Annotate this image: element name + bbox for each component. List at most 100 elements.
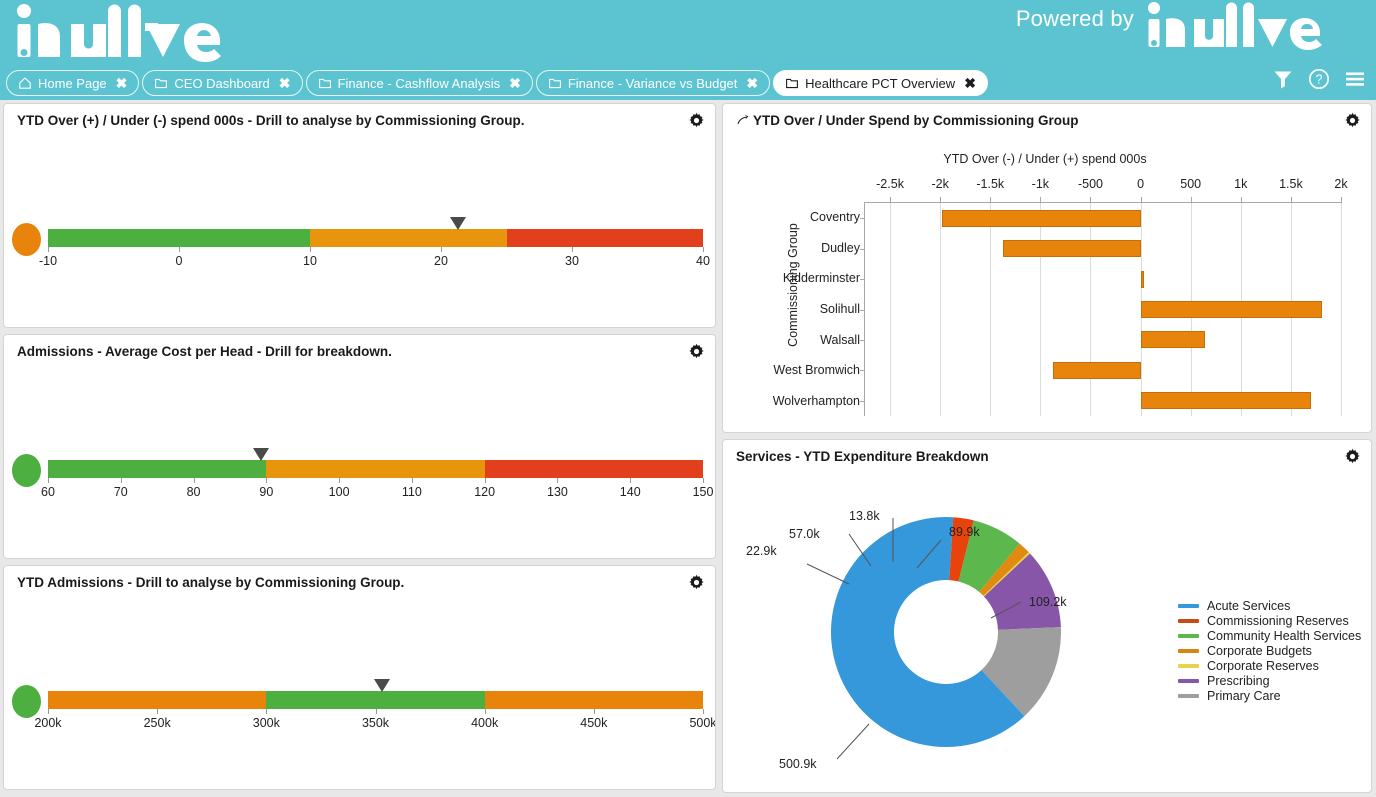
- legend-item[interactable]: Prescribing: [1178, 673, 1361, 688]
- tab-finance-variance-vs-budget[interactable]: Finance - Variance vs Budget ✖: [535, 70, 771, 96]
- legend-item[interactable]: Commissioning Reserves: [1178, 613, 1361, 628]
- gauge-axis: 200k 250k 300k 350k 400k 450k 500k: [34, 709, 715, 739]
- gauge-track: [48, 229, 703, 247]
- folder-icon: [318, 76, 332, 90]
- bar-gridline: [890, 203, 892, 416]
- gauge-tick: [484, 709, 486, 714]
- gauge-tick: [179, 247, 180, 252]
- gauge-tick: [48, 478, 49, 483]
- gauge-tick-label: 250k: [143, 716, 171, 730]
- gauge-tick-label: 20: [434, 254, 448, 268]
- panel-title-text: Admissions - Average Cost per Head - Dri…: [17, 344, 392, 359]
- bar-y-tick: [860, 339, 865, 341]
- gauge-tick-label: 80: [186, 485, 201, 499]
- gauge-tick: [411, 478, 413, 483]
- bar-rect[interactable]: [1140, 270, 1144, 288]
- tab-label: CEO Dashboard: [174, 75, 270, 91]
- bar-rect[interactable]: [942, 209, 1141, 227]
- gauge-tick-label: -10: [38, 254, 58, 268]
- folder-icon: [154, 76, 168, 90]
- panel-ytd-admissions[interactable]: YTD Admissions - Drill to analyse by Com…: [3, 565, 716, 790]
- bar-gridline: [940, 203, 942, 416]
- tab-ceo-dashboard[interactable]: CEO Dashboard ✖: [142, 70, 303, 96]
- legend-label: Commissioning Reserves: [1207, 613, 1349, 628]
- donut-svg: 500.9k 22.9k 57.0k 13.8k 89.9k 109.2k: [746, 509, 1067, 771]
- bar-category-label: West Bromwich: [773, 363, 860, 378]
- gauge-tick-label: 150: [692, 485, 714, 499]
- bar-x-tick-label: 2k: [1334, 177, 1348, 191]
- status-indicator: [12, 454, 41, 487]
- tab-label: Finance - Cashflow Analysis: [337, 75, 501, 91]
- gauge-value-marker: [253, 448, 270, 461]
- bar-x-tick: [940, 197, 942, 203]
- bar-rect[interactable]: [1140, 331, 1205, 349]
- tab-bar[interactable]: Home Page ✖ CEO Dashboard ✖ Finance - Ca…: [6, 70, 988, 96]
- panel-title: YTD Admissions - Drill to analyse by Com…: [17, 575, 404, 590]
- gauge-tick: [266, 478, 268, 483]
- panel-ytd-over-under-spend[interactable]: YTD Over (+) / Under (-) spend 000s - Dr…: [3, 103, 716, 328]
- bar-gridline: [1341, 203, 1342, 416]
- panel-services-expenditure[interactable]: Services - YTD Expenditure Breakdown 500…: [722, 439, 1372, 793]
- tab-close-icon[interactable]: ✖: [279, 76, 291, 90]
- gauge-tick: [375, 709, 377, 714]
- bar-y-tick: [860, 400, 865, 402]
- bar-x-tick-label: -1k: [1031, 177, 1050, 191]
- gauge-tick-label: 90: [259, 485, 274, 499]
- bar-x-tick: [890, 197, 892, 203]
- donut-chart: 500.9k 22.9k 57.0k 13.8k 89.9k 109.2k Acute S…: [723, 472, 1371, 792]
- legend-item[interactable]: Corporate Budgets: [1178, 643, 1361, 658]
- bar-category-label: Kidderminster: [782, 271, 860, 286]
- legend-item[interactable]: Primary Care: [1178, 688, 1361, 703]
- header-tools: ?: [1272, 68, 1366, 90]
- gauge-ytd-admissions: 200k 250k 300k 350k 400k 450k 500k: [4, 679, 715, 763]
- legend-item[interactable]: Community Health Services: [1178, 628, 1361, 643]
- bar-rect[interactable]: [1053, 361, 1141, 379]
- gauge-tick-label: 140: [619, 485, 641, 499]
- gauge-axis: -10 0 10 20 30 40: [39, 247, 710, 277]
- gauge-axis: 60 70 80 90 100 110 120 130 140 150: [41, 478, 713, 508]
- bar-rect[interactable]: [1003, 240, 1141, 258]
- help-icon[interactable]: ?: [1308, 68, 1330, 90]
- gear-icon[interactable]: [1344, 448, 1361, 465]
- panel-title-text: YTD Over (+) / Under (-) spend 000s - Dr…: [17, 113, 525, 128]
- donut-value-label: 89.9k: [949, 525, 980, 539]
- tab-close-icon[interactable]: ✖: [746, 76, 758, 90]
- panel-ytd-over-under-by-group[interactable]: YTD Over / Under Spend by Commissioning …: [722, 103, 1372, 433]
- gauge-tick-label: 450k: [580, 716, 608, 730]
- bar-gridline: [1040, 203, 1042, 416]
- tab-label: Finance - Variance vs Budget: [567, 75, 738, 91]
- legend-swatch: [1178, 633, 1199, 638]
- gear-icon[interactable]: [1344, 112, 1361, 129]
- legend-label: Corporate Reserves: [1207, 658, 1319, 673]
- tab-healthcare-pct-overview[interactable]: Healthcare PCT Overview ✖: [773, 70, 988, 96]
- filter-icon[interactable]: [1272, 68, 1294, 90]
- legend-item[interactable]: Corporate Reserves: [1178, 658, 1361, 673]
- menu-icon[interactable]: [1344, 68, 1366, 90]
- bar-x-tick: [1090, 197, 1092, 203]
- legend-item[interactable]: Acute Services: [1178, 598, 1361, 613]
- legend-swatch: [1178, 603, 1199, 608]
- tab-home-page[interactable]: Home Page ✖: [6, 70, 140, 96]
- folder-icon: [785, 76, 799, 90]
- gauge-tick-label: 120: [474, 485, 496, 499]
- bar-rect[interactable]: [1140, 392, 1311, 410]
- gauge-tick-label: 200k: [34, 716, 62, 730]
- bar-category-label: Wolverhampton: [772, 393, 860, 408]
- gauge-ytd-over-under-spend: -10 0 10 20 30 40: [4, 217, 715, 301]
- tab-close-icon[interactable]: ✖: [116, 76, 128, 90]
- tab-label: Home Page: [38, 75, 107, 91]
- gear-icon[interactable]: [688, 343, 705, 360]
- folder-icon: [548, 76, 562, 90]
- tab-close-icon[interactable]: ✖: [964, 76, 976, 90]
- gear-icon[interactable]: [688, 112, 705, 129]
- gear-icon[interactable]: [688, 574, 705, 591]
- gauge-tick-label: 500k: [689, 716, 716, 730]
- gauge-value-marker: [374, 679, 391, 692]
- bar-category-label: Solihull: [819, 302, 860, 316]
- status-indicator: [12, 223, 41, 256]
- bar-rect[interactable]: [1140, 300, 1322, 318]
- tab-close-icon[interactable]: ✖: [509, 76, 521, 90]
- tab-finance-cashflow-analysis[interactable]: Finance - Cashflow Analysis ✖: [305, 70, 533, 96]
- panel-admissions-avg-cost[interactable]: Admissions - Average Cost per Head - Dri…: [3, 334, 716, 559]
- bar-x-tick-label: -500: [1077, 177, 1103, 191]
